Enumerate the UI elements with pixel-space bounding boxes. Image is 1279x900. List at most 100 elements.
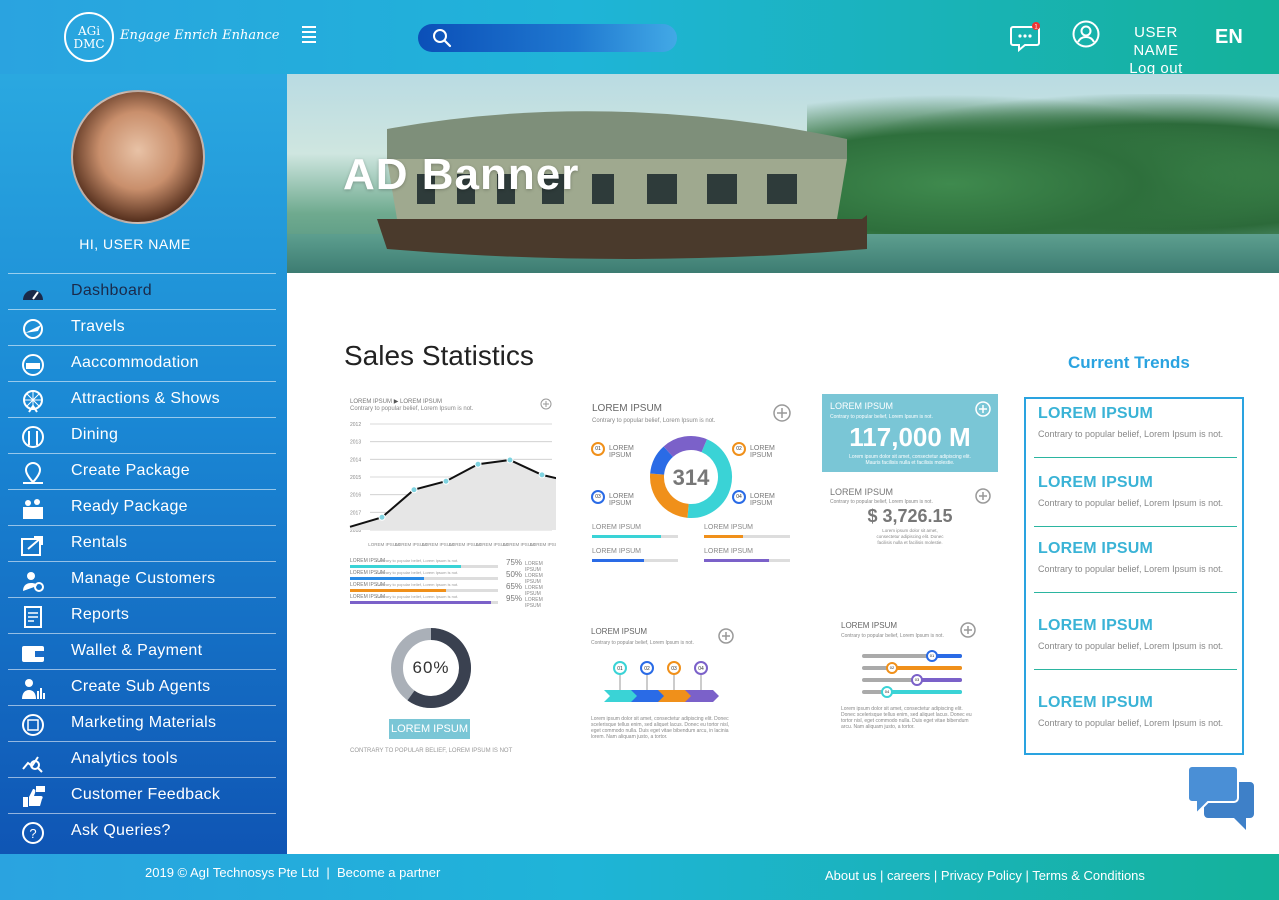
steps-text: Lorem ipsum dolor sit amet, consectetur … <box>591 716 730 740</box>
donut-tag: 03 LOREM IPSUM <box>591 490 655 507</box>
sidebar-item-dashboard[interactable]: Dashboard <box>8 273 276 309</box>
sidebar-item-aaccommodation[interactable]: Aaccommodation <box>8 345 276 381</box>
trend-title: LOREM IPSUM <box>1038 694 1154 711</box>
slider-handle[interactable]: 03 <box>911 674 923 686</box>
hamburger-menu-icon[interactable] <box>302 26 316 43</box>
privacy-policy-link[interactable]: Privacy Policy <box>941 868 1022 883</box>
sidebar-item-reports[interactable]: Reports <box>8 597 276 633</box>
donut-segment <box>663 436 707 458</box>
sidebar-item-label: Rentals <box>71 534 128 551</box>
language-selector[interactable]: EN <box>1215 26 1243 49</box>
progress-pct: 75% <box>506 558 523 567</box>
ring-value: 60% <box>412 658 450 677</box>
steps-title: LOREM IPSUM <box>591 627 648 636</box>
trend-item[interactable]: LOREM IPSUM Contrary to popular belief, L… <box>1038 405 1238 439</box>
user-profile-icon[interactable] <box>1072 20 1100 48</box>
add-icon[interactable] <box>773 404 791 422</box>
donut-bar: LOREM IPSUM <box>704 548 792 568</box>
search-bar[interactable] <box>418 24 677 52</box>
careers-link[interactable]: careers <box>887 868 930 883</box>
donut-tag-number: 03 <box>591 490 605 504</box>
progress-text: Contrary to popular belief, Lorem Ipsum … <box>376 570 459 575</box>
add-icon[interactable] <box>975 488 991 504</box>
sales-statistics-title: Sales Statistics <box>344 340 534 371</box>
trend-item[interactable]: LOREM IPSUM Contrary to popular belief, L… <box>1038 474 1238 508</box>
ferris-wheel-icon <box>23 390 43 413</box>
y-tick-label: 2016 <box>350 493 361 499</box>
sidebar-item-wallet-payment[interactable]: Wallet & Payment <box>8 633 276 669</box>
sidebar-item-marketing-materials[interactable]: Marketing Materials <box>8 705 276 741</box>
donut-bar: LOREM IPSUM <box>704 524 792 544</box>
donut-segment <box>650 446 674 476</box>
speedometer-icon <box>23 290 43 300</box>
banner-trees <box>807 94 1279 244</box>
about-us-link[interactable]: About us <box>825 868 876 883</box>
donut-tag: 04 LOREM IPSUM <box>732 490 796 507</box>
line-point <box>378 513 386 521</box>
sidebar-item-label: Manage Customers <box>71 570 216 587</box>
donut-widget: LOREM IPSUM Contrary to popular belief, … <box>588 398 796 573</box>
ring-button[interactable]: LOREM IPSUM <box>389 719 470 739</box>
trend-item[interactable]: LOREM IPSUM Contrary to popular belief, L… <box>1038 694 1238 728</box>
terms-link[interactable]: Terms & Conditions <box>1032 868 1145 883</box>
donut-tag-label: LOREM IPSUM <box>609 445 634 459</box>
chat-support-icon[interactable] <box>1186 764 1258 836</box>
thumbs-up-icon <box>23 786 45 807</box>
sidebar-item-analytics-tools[interactable]: Analytics tools <box>8 741 276 777</box>
sidebar-item-dining[interactable]: Dining <box>8 417 276 453</box>
slider-handle[interactable]: 04 <box>881 686 893 698</box>
footer-links: About us | careers | Privacy Policy | Te… <box>825 868 1145 883</box>
agi-dmc-logo[interactable]: AGi DMC <box>64 12 114 62</box>
sidebar-item-create-sub-agents[interactable]: Create Sub Agents <box>8 669 276 705</box>
step-number: 01 <box>617 666 623 672</box>
top-header: AGi DMC Engage Enrich Enhance 1 USER NAM… <box>0 0 1279 77</box>
message-notification-icon[interactable]: 1 <box>1010 22 1042 54</box>
donut-bar-label: LOREM IPSUM <box>592 524 642 531</box>
sidebar-item-customer-feedback[interactable]: Customer Feedback <box>8 777 276 813</box>
become-partner-link[interactable]: Become a partner <box>337 865 440 880</box>
donut-bar-fill <box>704 559 769 562</box>
trend-text: Contrary to popular belief, Lorem Ipsum … <box>1038 429 1224 439</box>
slider-fill <box>917 678 962 682</box>
user-block: USER NAME Log out <box>1110 24 1202 78</box>
slider-handle[interactable]: 01 <box>926 650 938 662</box>
big-number-value: 117,000 M <box>849 422 971 452</box>
small-number-subtitle: Contrary to popular belief, Lorem Ipsum … <box>830 499 933 505</box>
footer-separator: | <box>326 865 330 880</box>
progress-fill <box>350 601 491 604</box>
trend-text: Contrary to popular belief, Lorem Ipsum … <box>1038 564 1224 574</box>
trend-item[interactable]: LOREM IPSUM Contrary to popular belief, L… <box>1038 540 1238 574</box>
plane-globe-icon <box>23 319 43 339</box>
slider-row: 02 <box>862 662 962 674</box>
sidebar-item-travels[interactable]: Travels <box>8 309 276 345</box>
sidebar-item-ready-package[interactable]: Ready Package <box>8 489 276 525</box>
progress-fill <box>350 577 424 580</box>
sidebar-item-manage-customers[interactable]: Manage Customers <box>8 561 276 597</box>
donut-bar-fill <box>704 535 743 538</box>
avatar <box>71 90 205 224</box>
tagline: Engage Enrich Enhance <box>120 28 280 43</box>
donut-title: LOREM IPSUM <box>592 403 663 414</box>
donut-bar-fill <box>592 559 644 562</box>
line-point <box>474 460 482 468</box>
slider-handle[interactable]: 02 <box>886 662 898 674</box>
progress-tag: LOREM IPSUM <box>525 597 543 609</box>
trend-item[interactable]: LOREM IPSUM Contrary to popular belief, L… <box>1038 617 1238 651</box>
add-icon[interactable] <box>975 401 991 417</box>
agent-chart-icon <box>22 679 45 699</box>
donut-bar-fill <box>592 535 661 538</box>
progress-text: Contrary to popular belief, Lorem Ipsum … <box>376 558 459 563</box>
sidebar-item-attractions-shows[interactable]: Attractions & Shows <box>8 381 276 417</box>
sidebar-item-rentals[interactable]: Rentals <box>8 525 276 561</box>
steps-chart: 01 02 03 04 <box>604 661 719 702</box>
add-icon[interactable] <box>540 398 552 410</box>
step-number: 03 <box>671 666 677 672</box>
add-icon[interactable] <box>718 628 734 644</box>
donut-tag-label: LOREM IPSUM <box>750 493 775 507</box>
user-gear-icon <box>23 572 44 592</box>
trend-divider <box>1034 669 1237 670</box>
slider-rows: 01 02 03 04 <box>862 650 962 698</box>
sidebar-item-ask-queries[interactable]: ? Ask Queries? <box>8 813 276 849</box>
sidebar-item-create-package[interactable]: Create Package <box>8 453 276 489</box>
add-icon[interactable] <box>960 622 976 638</box>
